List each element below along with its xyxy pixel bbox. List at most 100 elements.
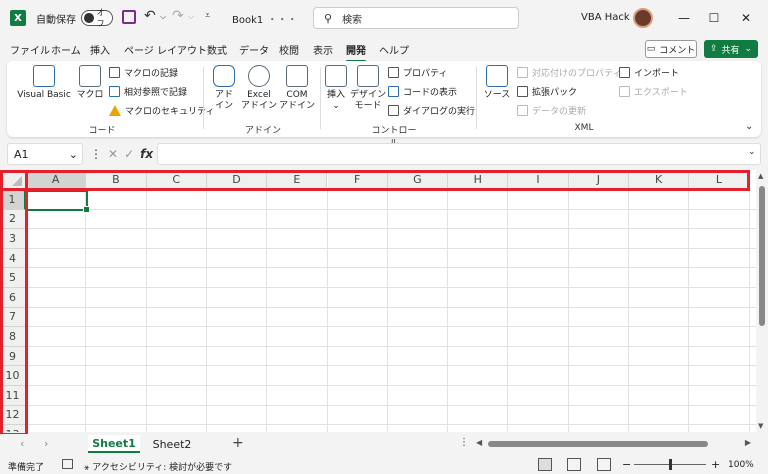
vertical-scrollbar[interactable]: ▲ ▼: [756, 170, 768, 432]
column-gridline: [688, 190, 690, 432]
horizontal-scroll-thumb[interactable]: [488, 441, 708, 447]
tab-home[interactable]: ホーム: [51, 42, 81, 57]
user-name[interactable]: VBA Hack: [581, 12, 630, 23]
tab-splitter-icon[interactable]: ⋮: [459, 437, 469, 448]
share-button[interactable]: ⇪ 共有 ⌄: [704, 40, 758, 58]
import-icon: [619, 67, 630, 78]
formula-controls: ⋮ ✕ ✓ fx: [88, 143, 156, 165]
page-layout-view-icon[interactable]: [567, 458, 581, 471]
expand-formula-icon[interactable]: ⌄: [748, 147, 756, 157]
cancel-icon[interactable]: ✕: [108, 147, 118, 161]
book-title[interactable]: Book1 ・・・: [232, 11, 297, 26]
refresh-data-icon: [517, 105, 528, 116]
properties-button[interactable]: プロパティ: [388, 66, 447, 79]
com-addins-label-1: COM: [286, 90, 308, 100]
row-gridline: [26, 247, 756, 249]
enter-icon[interactable]: ✓: [124, 147, 134, 161]
macro-security-button[interactable]: マクロのセキュリティ: [109, 104, 214, 117]
sheet-tab-bar: ‹ › Sheet1 Sheet2 + ⋮ ◀ ▶: [0, 434, 768, 454]
page-break-view-icon[interactable]: [597, 458, 611, 471]
macro-icon: [79, 65, 101, 87]
export-label: エクスポート: [634, 88, 688, 98]
undo-dropdown-icon[interactable]: ⌵: [160, 12, 166, 22]
zoom-slider-knob[interactable]: [669, 459, 672, 470]
tab-insert[interactable]: 挿入: [90, 42, 110, 57]
insert-control-label: 挿入: [326, 90, 345, 100]
minimize-button[interactable]: —: [672, 6, 696, 30]
import-button[interactable]: インポート: [619, 66, 679, 79]
excel-addins-label-2: アドイン: [241, 101, 278, 111]
scroll-left-icon[interactable]: ◀: [476, 438, 482, 447]
avatar[interactable]: [633, 8, 653, 28]
accessibility-status[interactable]: ⚹ アクセシビリティ: 検討が必要です: [84, 460, 232, 473]
redo-icon[interactable]: ↷: [172, 8, 184, 24]
scroll-up-icon[interactable]: ▲: [758, 172, 763, 180]
tab-review[interactable]: 校閲: [279, 42, 299, 57]
scroll-right-icon[interactable]: ▶: [745, 438, 751, 447]
normal-view-icon[interactable]: [538, 458, 552, 471]
expansion-packs-button[interactable]: 拡張パック: [517, 85, 577, 98]
insert-control-button[interactable]: 挿入 ⌄: [323, 65, 349, 112]
spreadsheet-grid[interactable]: ABCDEFGHIJKL12345678910111213: [0, 170, 756, 432]
addins-button[interactable]: アド イン: [210, 65, 238, 112]
sheet-tab-sheet2[interactable]: Sheet2: [146, 435, 198, 453]
sheet-tab-sheet1[interactable]: Sheet1: [88, 435, 140, 453]
horizontal-scrollbar[interactable]: ◀ ▶: [476, 438, 751, 449]
collapse-ribbon-icon[interactable]: ⌄: [745, 121, 753, 132]
visual-basic-button[interactable]: Visual Basic: [17, 65, 71, 101]
map-properties-button[interactable]: 対応付けのプロパティ: [517, 66, 621, 79]
row-gridline: [26, 404, 756, 406]
insert-dropdown-icon: ⌄: [332, 101, 340, 111]
tab-developer[interactable]: 開発: [346, 42, 366, 62]
undo-icon[interactable]: ↶: [144, 8, 156, 24]
zoom-out-icon[interactable]: −: [622, 458, 631, 471]
tab-page-layout[interactable]: ページ レイアウト: [124, 42, 207, 57]
zoom-in-icon[interactable]: +: [711, 458, 720, 471]
sheet-prev-icon[interactable]: ‹: [20, 437, 24, 450]
quick-access-more-icon[interactable]: ⩡: [205, 11, 210, 21]
cell-mode-icon[interactable]: [62, 459, 73, 469]
add-sheet-button[interactable]: +: [232, 435, 244, 451]
import-label: インポート: [634, 69, 680, 79]
tab-help[interactable]: ヘルプ: [379, 42, 409, 57]
view-code-button[interactable]: コードの表示: [388, 85, 457, 98]
tab-data[interactable]: データ: [239, 42, 269, 57]
xml-source-button[interactable]: ソース: [481, 65, 513, 101]
group-separator: [203, 67, 204, 129]
vertical-scroll-thumb[interactable]: [759, 186, 765, 326]
excel-addins-button[interactable]: Excel アドイン: [241, 65, 277, 112]
relative-ref-label: 相対参照で記録: [124, 88, 188, 98]
sheet-next-icon[interactable]: ›: [44, 437, 48, 450]
run-dialog-label: ダイアログの実行: [403, 107, 476, 117]
design-mode-button[interactable]: デザイン モード: [350, 65, 386, 112]
formula-input[interactable]: [157, 143, 761, 165]
more-options-icon[interactable]: ⋮: [90, 147, 102, 161]
name-box-dropdown-icon: ⌄: [68, 147, 78, 161]
close-button[interactable]: ✕: [734, 6, 758, 30]
search-box[interactable]: ⚲ 検索: [313, 7, 519, 29]
active-cell-a1[interactable]: [26, 190, 90, 213]
run-dialog-button[interactable]: ダイアログの実行: [388, 104, 475, 117]
comment-button[interactable]: ▭ コメント: [645, 40, 697, 58]
refresh-data-button[interactable]: データの更新: [517, 104, 586, 117]
com-addins-button[interactable]: COM アドイン: [279, 65, 315, 112]
save-icon[interactable]: [122, 10, 136, 24]
design-mode-label-1: デザイン: [350, 90, 387, 100]
name-box[interactable]: A1 ⌄: [7, 143, 83, 165]
row-gridline: [26, 306, 756, 308]
export-button[interactable]: エクスポート: [619, 85, 688, 98]
macro-button[interactable]: マクロ: [75, 65, 105, 101]
tab-view[interactable]: 表示: [313, 42, 333, 57]
maximize-button[interactable]: ☐: [702, 6, 726, 30]
group-label-code: コード: [88, 126, 116, 136]
relative-ref-button[interactable]: 相対参照で記録: [109, 85, 187, 98]
insert-function-icon[interactable]: fx: [140, 147, 153, 161]
zoom-level[interactable]: 100%: [728, 460, 754, 470]
tab-formulas[interactable]: 数式: [207, 42, 227, 57]
redo-dropdown-icon[interactable]: ⌵: [188, 12, 194, 22]
tab-file[interactable]: ファイル: [10, 42, 50, 57]
hexagon-icon: [213, 65, 235, 87]
autosave-toggle[interactable]: オフ: [81, 8, 113, 28]
record-macro-button[interactable]: マクロの記録: [109, 66, 178, 79]
scroll-down-icon[interactable]: ▼: [758, 422, 763, 430]
